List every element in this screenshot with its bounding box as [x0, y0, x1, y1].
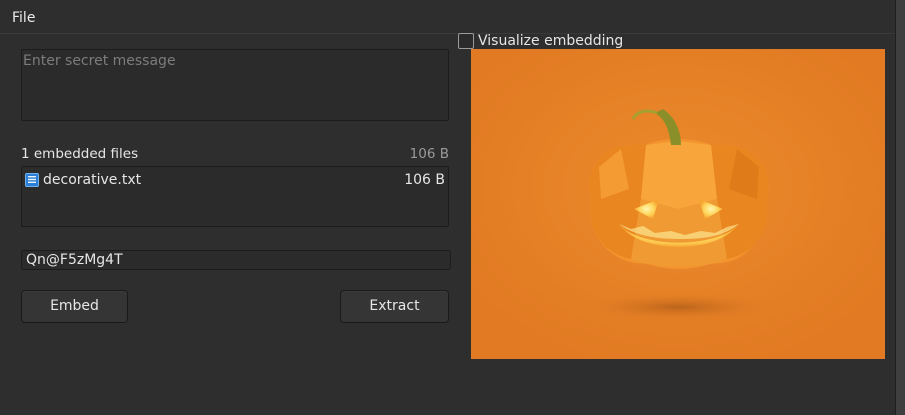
visualize-embedding-label: Visualize embedding [478, 33, 624, 49]
embedded-files-header: 1 embedded files 106 B [21, 146, 449, 162]
window-edge [895, 0, 905, 415]
pumpkin-image [471, 49, 885, 359]
embedded-files-total-size: 106 B [409, 146, 449, 162]
embedded-files-count-label: 1 embedded files [21, 146, 139, 162]
menu-bar: File [0, 0, 895, 34]
file-name: decorative.txt [43, 172, 142, 188]
password-field[interactable]: Qn@F5zMg4T [21, 250, 451, 270]
secret-message-input[interactable]: Enter secret message [21, 49, 449, 121]
embed-button[interactable]: Embed [21, 290, 128, 323]
file-size: 106 B [404, 172, 445, 188]
list-item[interactable]: decorative.txt 106 B [25, 172, 445, 190]
menu-file[interactable]: File [12, 10, 35, 26]
extract-button[interactable]: Extract [340, 290, 449, 323]
cover-image-preview [471, 49, 885, 359]
visualize-embedding-checkbox[interactable] [458, 33, 474, 49]
secret-message-placeholder: Enter secret message [23, 53, 176, 69]
embedded-files-list[interactable]: decorative.txt 106 B [21, 166, 449, 227]
text-file-icon [25, 173, 39, 187]
